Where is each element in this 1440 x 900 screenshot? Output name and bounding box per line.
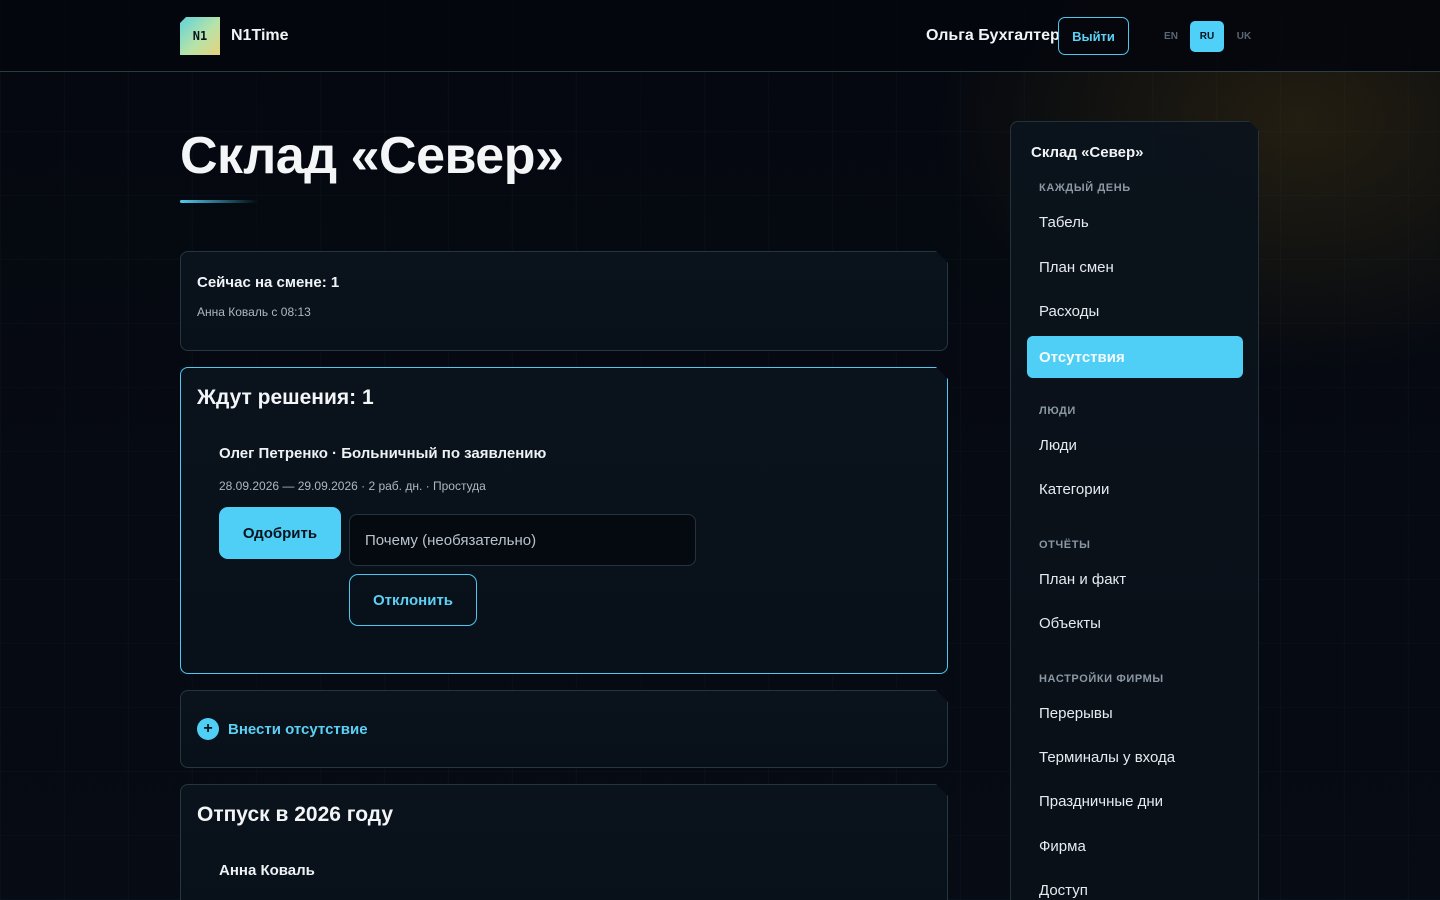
vacation-heading: Отпуск в 2026 году [197,803,394,826]
sidebar-item-terminals[interactable]: Терминалы у входа [1039,749,1175,766]
logout-button[interactable]: Выйти [1058,17,1129,55]
sidebar-item-absences[interactable]: Отсутствия [1027,336,1243,378]
sidebar-item-objects[interactable]: Объекты [1039,615,1101,632]
request-meta: 28.09.2026 — 29.09.2026 · 2 раб. дн. · П… [219,479,486,493]
user-name: Ольга Бухгалтер [926,27,1060,44]
sidebar-item-people[interactable]: Люди [1039,437,1077,454]
sidebar-section-daily: КАЖДЫЙ ДЕНЬ [1039,182,1131,194]
vacation-person: Анна Коваль [219,862,315,879]
sidebar-title: Склад «Север» [1031,144,1144,161]
language-uk[interactable]: UK [1232,21,1256,51]
on-shift-detail: Анна Коваль с 08:13 [197,305,311,319]
on-shift-heading: Сейчас на смене: 1 [197,274,340,291]
sidebar-item-expenses[interactable]: Расходы [1039,303,1099,320]
sidebar-item-access[interactable]: Доступ [1039,882,1088,899]
request-title: Олег Петренко · Больничный по заявлению [219,445,547,462]
reason-input[interactable] [349,514,696,566]
sidebar-item-breaks[interactable]: Перерывы [1039,705,1113,722]
sidebar-item-timesheet[interactable]: Табель [1039,214,1089,231]
top-navbar: N1 N1Time Ольга Бухгалтер Выйти EN RU UK [0,0,1440,72]
sidebar-section-company-settings: НАСТРОЙКИ ФИРМЫ [1039,673,1164,685]
add-absence-label: Внести отсутствие [228,720,368,738]
sidebar: Склад «Север» КАЖДЫЙ ДЕНЬ Табель План см… [1010,121,1259,900]
app-name[interactable]: N1Time [231,27,289,45]
sidebar-section-reports: ОТЧЁТЫ [1039,539,1091,551]
page-title: Склад «Север» [180,127,564,185]
sidebar-item-categories[interactable]: Категории [1039,481,1109,498]
sidebar-item-plan-fact[interactable]: План и факт [1039,571,1126,588]
add-absence-card: + Внести отсутствие [180,690,948,768]
pending-requests-card: Ждут решения: 1 Олег Петренко · Больничн… [180,367,948,674]
language-ru[interactable]: RU [1190,21,1224,52]
language-en[interactable]: EN [1159,21,1183,51]
title-underline [180,200,258,203]
sidebar-item-holidays[interactable]: Праздничные дни [1039,793,1163,810]
on-shift-card: Сейчас на смене: 1 Анна Коваль с 08:13 [180,251,948,351]
plus-circle-icon: + [197,718,219,740]
reject-button[interactable]: Отклонить [349,574,477,626]
sidebar-item-company[interactable]: Фирма [1039,838,1086,855]
sidebar-section-people: ЛЮДИ [1039,405,1076,417]
add-absence-link[interactable]: + Внести отсутствие [197,718,368,740]
sidebar-item-shift-plan[interactable]: План смен [1039,259,1114,276]
logo-icon[interactable]: N1 [180,17,220,55]
pending-heading: Ждут решения: 1 [197,386,374,409]
vacation-card: Отпуск в 2026 году Анна Коваль [180,784,948,900]
approve-button[interactable]: Одобрить [219,507,341,559]
